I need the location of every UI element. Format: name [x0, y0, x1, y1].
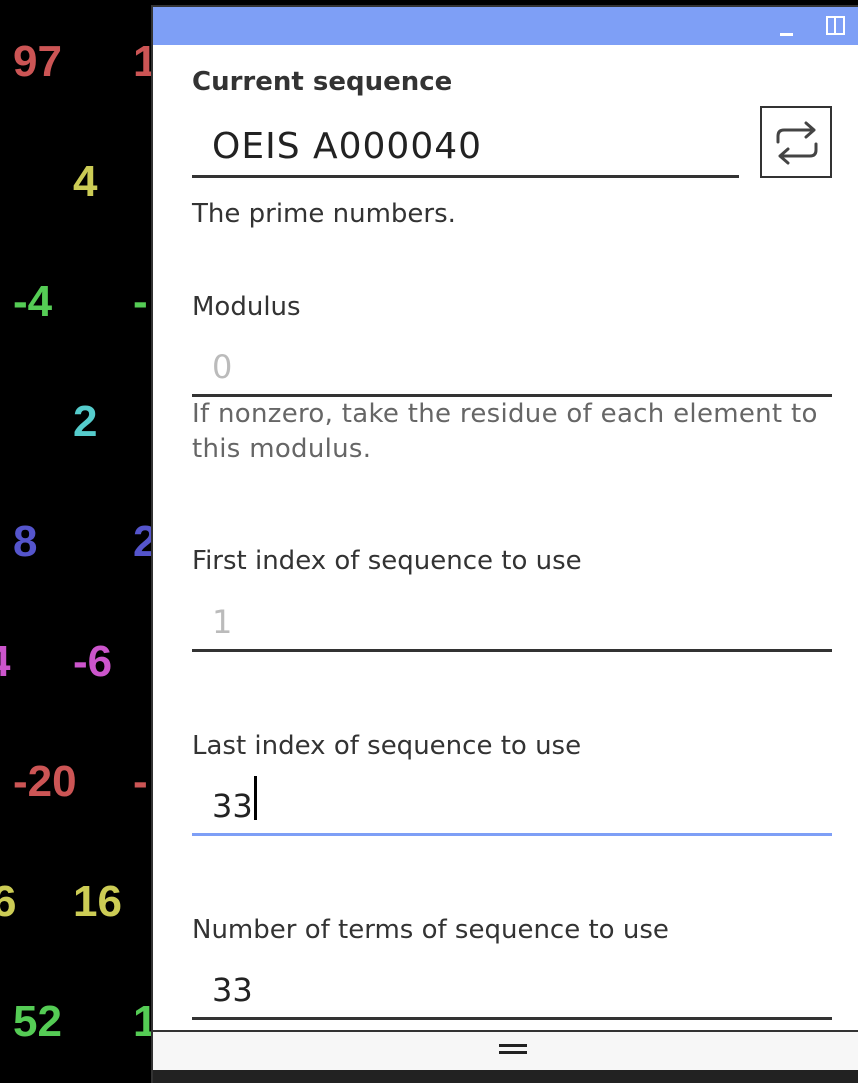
minimize-icon[interactable]	[775, 13, 801, 39]
sequence-number: -	[133, 277, 148, 326]
sequence-number: 52	[13, 997, 62, 1046]
sequence-number: -4	[13, 277, 53, 326]
sequence-input[interactable]	[212, 126, 705, 167]
sequence-number: 2	[133, 517, 152, 566]
first-index-input[interactable]	[212, 603, 788, 641]
sequence-number: -	[133, 757, 148, 806]
dock-panel-icon[interactable]	[823, 13, 849, 39]
sequence-number: 2	[73, 397, 98, 446]
swap-arrows-icon	[776, 121, 818, 165]
panel-bottom-bar[interactable]	[153, 1030, 858, 1070]
first-index-label: First index of sequence to use	[192, 546, 582, 576]
sequence-number: 8	[13, 517, 38, 566]
modulus-input[interactable]	[212, 348, 788, 386]
last-index-field[interactable]	[192, 773, 832, 836]
terms-count-input[interactable]	[212, 971, 788, 1009]
modulus-help-text: If nonzero, take the residue of each ele…	[192, 399, 818, 464]
modulus-label: Modulus	[192, 292, 301, 322]
last-index-input[interactable]	[212, 787, 788, 825]
first-index-field[interactable]	[192, 589, 832, 652]
sequence-field[interactable]	[192, 105, 739, 178]
sequence-number: -6	[73, 637, 113, 686]
sequence-number: 4	[0, 640, 10, 684]
terms-count-label: Number of terms of sequence to use	[192, 915, 669, 945]
sequence-number: 1	[133, 997, 152, 1046]
modulus-field[interactable]	[192, 335, 832, 397]
footer-strip	[153, 1070, 858, 1083]
drag-handle-icon[interactable]	[499, 1042, 527, 1056]
terms-count-field[interactable]	[192, 957, 832, 1020]
text-caret	[254, 776, 257, 820]
sequence-description: The prime numbers.	[192, 199, 456, 229]
sequence-number: 6	[0, 877, 17, 926]
panel-titlebar[interactable]	[153, 5, 858, 45]
sequence-panel: Current sequence The prime numbers. Modu…	[151, 5, 858, 1083]
current-sequence-label: Current sequence	[192, 67, 453, 97]
sequence-number: 97	[13, 37, 62, 86]
sequence-number: 16	[73, 877, 122, 926]
sequence-number: -20	[13, 757, 77, 806]
change-sequence-button[interactable]	[760, 106, 832, 178]
sequence-number: 4	[73, 157, 98, 206]
sequence-number: 1	[133, 37, 152, 86]
last-index-label: Last index of sequence to use	[192, 731, 582, 761]
visualization-canvas[interactable]: 9714-4-2824-6-20-616521	[0, 0, 152, 1083]
